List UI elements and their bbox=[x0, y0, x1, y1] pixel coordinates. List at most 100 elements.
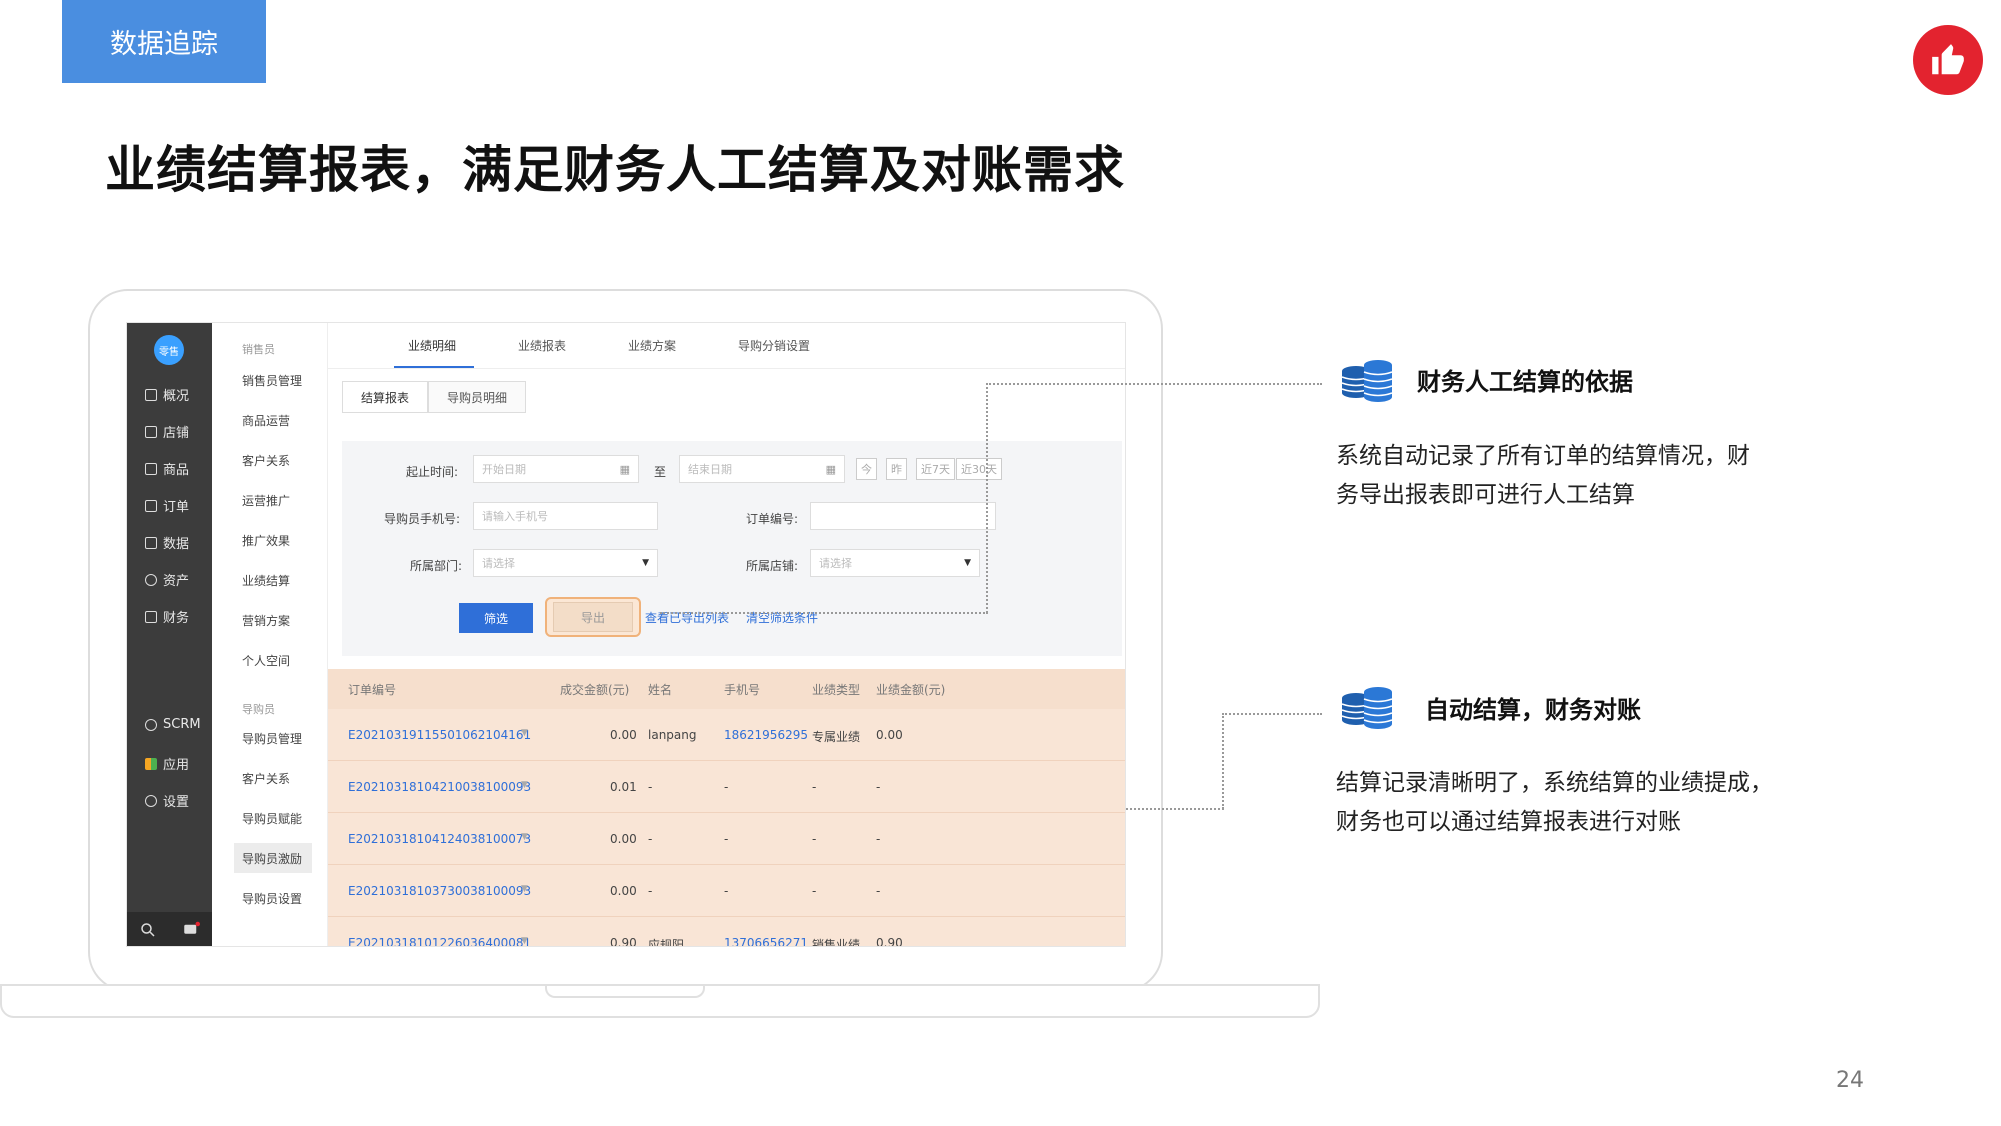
tab-report[interactable]: 业绩报表 bbox=[518, 337, 566, 354]
quick-7-days[interactable]: 近7天 bbox=[916, 458, 955, 480]
annotation-text-2-line2: 财务也可以通过结算报表进行对账 bbox=[1336, 809, 1681, 835]
caret-down-icon[interactable]: ▼ bbox=[521, 728, 528, 738]
order-number[interactable]: E20210318104210038100093 bbox=[348, 780, 531, 794]
caret-down-icon: ▼ bbox=[964, 558, 971, 568]
guide-name: - bbox=[648, 832, 653, 846]
nav-item-store[interactable]: 店铺 bbox=[145, 422, 189, 441]
sub-nav-item[interactable]: 营销方案 bbox=[234, 605, 312, 635]
nav-item-order[interactable]: 订单 bbox=[145, 496, 189, 515]
coin-icon bbox=[145, 573, 157, 586]
gear-icon bbox=[145, 794, 157, 807]
table-row[interactable]: E20210318104124038100073 ▼ 0.00 - - - - bbox=[328, 813, 1125, 865]
sub-nav-group-title: 导购员 bbox=[242, 703, 275, 716]
order-number[interactable]: E20210319115501062104161 bbox=[348, 728, 531, 742]
guide-name: lanpang bbox=[648, 728, 697, 742]
nav-item-apps[interactable]: 应用 bbox=[145, 754, 189, 773]
table-row[interactable]: E20210318104210038100093 ▼ 0.01 - - - - bbox=[328, 761, 1125, 813]
order-number-input[interactable] bbox=[810, 502, 996, 530]
nav-item-overview[interactable]: 概况 bbox=[145, 385, 189, 404]
connector-line-1 bbox=[986, 383, 1322, 385]
subtab-settlement-report[interactable]: 结算报表 bbox=[342, 381, 429, 413]
quick-today[interactable]: 今 bbox=[856, 458, 877, 480]
deal-amount: 0.01 bbox=[610, 780, 637, 794]
sub-nav-item[interactable]: 运营推广 bbox=[234, 485, 312, 515]
sub-nav-item[interactable]: 客户关系 bbox=[234, 763, 312, 793]
guide-phone[interactable]: 18621956295 bbox=[724, 728, 808, 742]
chat-icon[interactable] bbox=[182, 921, 200, 939]
deal-amount: 0.00 bbox=[610, 832, 637, 846]
caret-down-icon[interactable]: ▼ bbox=[521, 832, 528, 842]
sub-nav-item[interactable]: 导购员管理 bbox=[234, 723, 312, 753]
quick-yesterday[interactable]: 昨 bbox=[886, 458, 907, 480]
table-row[interactable]: E20210318103730038100093 ▼ 0.00 - - - - bbox=[328, 865, 1125, 917]
caret-down-icon[interactable]: ▼ bbox=[521, 780, 528, 790]
col-order-number: 订单编号 bbox=[348, 683, 397, 697]
performance-amount: - bbox=[876, 884, 881, 898]
tab-detail[interactable]: 业绩明细 bbox=[408, 337, 456, 354]
table-row[interactable]: E20210319115501062104161 ▼ 0.00 lanpang … bbox=[328, 709, 1125, 761]
caret-down-icon[interactable]: ▼ bbox=[521, 884, 528, 894]
sub-nav-group-title: 销售员 bbox=[242, 343, 275, 356]
search-icon[interactable] bbox=[139, 921, 157, 939]
deal-amount: 0.00 bbox=[610, 884, 637, 898]
subtab-guide-detail[interactable]: 导购员明细 bbox=[428, 381, 527, 413]
nav-item-settings[interactable]: 设置 bbox=[145, 791, 189, 810]
nav-item-goods[interactable]: 商品 bbox=[145, 459, 189, 478]
order-number[interactable]: E20210318103730038100093 bbox=[348, 884, 531, 898]
nav-item-data[interactable]: 数据 bbox=[145, 533, 189, 552]
performance-type: - bbox=[812, 884, 817, 898]
sub-nav-item[interactable]: 业绩结算 bbox=[234, 565, 312, 595]
caret-down-icon: ▼ bbox=[642, 558, 649, 568]
sub-nav-item[interactable]: 推广效果 bbox=[234, 525, 312, 555]
caret-down-icon[interactable]: ▼ bbox=[521, 936, 528, 946]
store-select[interactable]: 请选择 ▼ bbox=[810, 549, 980, 577]
sub-nav-item[interactable]: 客户关系 bbox=[234, 445, 312, 475]
nav-item-scrm[interactable]: SCRM bbox=[145, 717, 201, 732]
page-title: 业绩结算报表，满足财务人工结算及对账需求 bbox=[105, 141, 1125, 199]
guide-phone[interactable]: 13706656271 bbox=[724, 936, 808, 946]
active-tab-indicator bbox=[394, 366, 474, 368]
order-number[interactable]: E20210318101226036400081 bbox=[348, 936, 531, 946]
sub-nav-item[interactable]: 销售员管理 bbox=[234, 365, 312, 395]
phone-label: 导购员手机号: bbox=[384, 512, 461, 526]
annotation-title-1: 财务人工结算的依据 bbox=[1417, 368, 1633, 396]
dept-select[interactable]: 请选择 ▼ bbox=[473, 549, 658, 577]
sub-nav-item[interactable]: 商品运营 bbox=[234, 405, 312, 435]
nav-item-finance[interactable]: 财务 bbox=[145, 607, 189, 626]
quick-30-days[interactable]: 近30天 bbox=[956, 458, 1002, 480]
bar-chart-icon bbox=[145, 536, 157, 549]
sub-nav-item-active[interactable]: 导购员激励 bbox=[234, 843, 312, 873]
wallet-icon bbox=[145, 610, 157, 623]
phone-input[interactable]: 请输入手机号 bbox=[473, 502, 658, 530]
sub-nav-item[interactable]: 导购员赋能 bbox=[234, 803, 312, 833]
filter-button[interactable]: 筛选 bbox=[459, 603, 533, 633]
connector-line-1 bbox=[986, 383, 988, 613]
performance-type: - bbox=[812, 780, 817, 794]
section-tag: 数据追踪 bbox=[62, 0, 266, 83]
order-label: 订单编号: bbox=[746, 512, 799, 526]
coins-icon bbox=[1341, 687, 1393, 729]
dept-label: 所属部门: bbox=[410, 559, 463, 573]
sub-nav-item[interactable]: 个人空间 bbox=[234, 645, 312, 675]
user-icon bbox=[145, 718, 157, 731]
export-button[interactable]: 导出 bbox=[553, 602, 633, 632]
table-row[interactable]: E20210318101226036400081 ▼ 0.90 应规阳 1370… bbox=[328, 917, 1125, 946]
tab-distribution[interactable]: 导购分销设置 bbox=[738, 337, 810, 354]
connector-line-2 bbox=[1222, 713, 1224, 809]
main-content: 业绩明细 业绩报表 业绩方案 导购分销设置 结算报表 导购员明细 起止时间: 开… bbox=[328, 323, 1125, 946]
annotation-text-1-line2: 务导出报表即可进行人工结算 bbox=[1336, 482, 1635, 508]
guide-name: - bbox=[648, 884, 653, 898]
tab-plan[interactable]: 业绩方案 bbox=[628, 337, 676, 354]
order-number[interactable]: E20210318104124038100073 bbox=[348, 832, 531, 846]
apps-icon bbox=[145, 757, 157, 770]
tab-bar: 业绩明细 业绩报表 业绩方案 导购分销设置 bbox=[328, 323, 1125, 369]
end-date-input[interactable]: 结束日期 ▦ bbox=[679, 455, 845, 483]
app-screen: 零售 概况 店铺 商品 订单 数据 资产 财务 SCRM 应用 设置 销售员 销… bbox=[126, 322, 1126, 947]
app-logo[interactable]: 零售 bbox=[154, 335, 184, 365]
sub-nav-item[interactable]: 导购员设置 bbox=[234, 883, 312, 913]
start-date-input[interactable]: 开始日期 ▦ bbox=[473, 455, 639, 483]
connector-line-2 bbox=[1222, 713, 1322, 715]
nav-item-assets[interactable]: 资产 bbox=[145, 570, 189, 589]
store-icon bbox=[145, 425, 157, 438]
laptop-notch bbox=[545, 984, 705, 998]
